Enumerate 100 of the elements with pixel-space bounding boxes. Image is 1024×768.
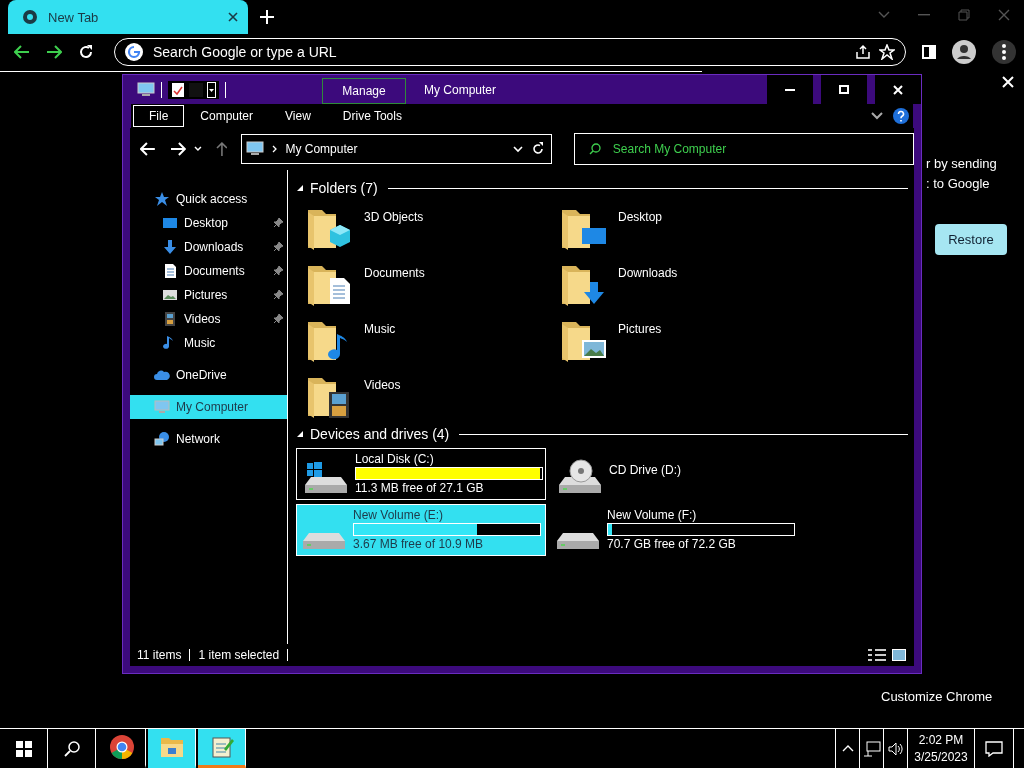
network-icon	[862, 740, 881, 757]
maximize-icon	[839, 85, 849, 94]
drive-tile[interactable]: New Volume (E:) 3.67 MB free of 10.9 MB	[296, 504, 546, 556]
group-header: Folders (7)	[310, 180, 378, 196]
search-icon	[63, 740, 80, 757]
properties-icon[interactable]	[171, 81, 185, 98]
folder-name[interactable]: Desktop	[618, 204, 663, 224]
drive-free-space: 3.67 MB free of 10.9 MB	[353, 537, 485, 551]
network-icon	[154, 431, 170, 447]
folder-name[interactable]: Pictures	[618, 316, 662, 336]
new-tab-icon[interactable]	[260, 10, 274, 24]
drive-free-space: 70.7 GB free of 72.2 GB	[607, 537, 737, 551]
chevron-down-icon[interactable]	[871, 112, 883, 120]
nav-item[interactable]: Documents	[130, 259, 287, 283]
manage-tab[interactable]: Manage	[322, 78, 406, 104]
folder-name[interactable]: Documents	[364, 260, 425, 280]
close-icon	[893, 84, 903, 95]
drive-icon	[556, 532, 600, 550]
search-icon	[588, 143, 601, 155]
clock-date: 3/25/2023	[914, 748, 968, 766]
speaker-icon	[887, 741, 904, 756]
notepad-icon	[209, 735, 234, 759]
restore-button[interactable]: Restore	[935, 224, 1007, 255]
drive-name: CD Drive (D:)	[609, 462, 682, 477]
download-arrow-icon	[162, 239, 178, 255]
drive-free-space: 11.3 MB free of 27.1 GB	[355, 481, 485, 495]
minimize-icon	[785, 88, 795, 91]
network-button[interactable]	[859, 729, 883, 768]
nav-item[interactable]: Downloads	[130, 235, 287, 259]
globe-icon	[22, 9, 38, 25]
folder-name[interactable]: 3D Objects	[364, 204, 424, 224]
browser-tab[interactable]: New Tab	[8, 0, 248, 34]
dropdown-icon[interactable]	[207, 81, 216, 98]
folder-name[interactable]: Music	[364, 316, 396, 336]
computer-icon	[154, 399, 170, 415]
close-button[interactable]	[873, 75, 921, 104]
drive-tile[interactable]: New Volume (F:) 70.7 GB free of 72.2 GB	[550, 504, 800, 556]
back-icon[interactable]	[14, 45, 30, 59]
picture-icon	[162, 287, 178, 303]
folder-name[interactable]: Downloads	[618, 260, 678, 280]
star-icon[interactable]	[879, 44, 895, 60]
drive-name: Local Disk (C:)	[355, 451, 435, 466]
ribbon-tab[interactable]: View	[269, 105, 327, 127]
folder-name[interactable]: Videos	[364, 372, 401, 392]
drive-icon	[302, 532, 346, 550]
star-icon	[154, 191, 170, 207]
nav-item[interactable]: Videos	[130, 307, 287, 331]
window-title: My Computer	[424, 82, 498, 97]
details-view-icon[interactable]	[868, 649, 886, 661]
share-icon[interactable]	[855, 44, 871, 60]
side-panel-icon[interactable]	[922, 45, 936, 59]
drive-tile[interactable]: CD Drive (D:)	[550, 448, 800, 500]
maximize-button[interactable]	[819, 75, 867, 104]
help-icon[interactable]	[893, 108, 909, 124]
refresh-icon[interactable]	[530, 142, 545, 156]
computer-icon	[246, 141, 265, 157]
chevron-right-icon	[272, 145, 278, 153]
address-input[interactable]: Search Google or type a URL	[151, 43, 847, 61]
nav-item[interactable]: Pictures	[130, 283, 287, 307]
document-icon	[162, 263, 178, 279]
drive-name: New Volume (E:)	[353, 507, 445, 522]
up-arrow-icon[interactable]	[215, 142, 228, 156]
nav-item[interactable]: My Computer	[130, 395, 287, 419]
reload-icon[interactable]	[78, 44, 94, 60]
status-text: 11 items	[137, 648, 182, 662]
notifications-button[interactable]	[974, 729, 1014, 768]
search-input[interactable]: Search My Computer	[610, 141, 913, 157]
customize-chrome-link[interactable]: Customize Chrome	[881, 689, 993, 704]
speech-bubble-icon	[985, 740, 1003, 757]
ribbon-tab[interactable]: Computer	[184, 105, 270, 127]
search-field[interactable]: Search My Computer	[573, 133, 914, 165]
chevron-up-icon	[841, 745, 854, 752]
monitor-icon	[162, 215, 178, 231]
google-logo-icon	[125, 43, 143, 61]
tiles-view-icon[interactable]	[892, 649, 906, 661]
nav-item[interactable]: Desktop	[130, 211, 287, 235]
nav-item[interactable]: Quick access	[130, 187, 287, 211]
address-field[interactable]: My Computer	[241, 134, 552, 164]
group-header: Devices and drives (4)	[310, 426, 450, 442]
nav-item[interactable]: OneDrive	[130, 363, 287, 387]
menu-icon[interactable]	[992, 40, 1016, 64]
close-icon[interactable]	[228, 12, 238, 22]
drive-name: New Volume (F:)	[607, 507, 698, 522]
profile-icon[interactable]	[952, 40, 976, 64]
clock-time: 2:02 PM	[918, 731, 964, 749]
nav-item[interactable]: Network	[130, 427, 287, 451]
forward-icon[interactable]	[46, 45, 62, 59]
drive-tile[interactable]: Local Disk (C:) 11.3 MB free of 27.1 GB	[296, 448, 546, 500]
status-text: 1 item selected	[198, 648, 280, 662]
collapse-arrow-icon[interactable]	[296, 430, 304, 438]
collapse-arrow-icon[interactable]	[296, 184, 304, 192]
ribbon-tab[interactable]: Drive Tools	[326, 105, 418, 127]
panel-text: : to Google	[926, 176, 990, 191]
computer-icon	[137, 81, 155, 98]
windows-logo-icon	[15, 740, 32, 757]
tab-title: New Tab	[48, 9, 100, 25]
ribbon-tab[interactable]: File	[133, 105, 185, 127]
film-icon	[162, 311, 178, 327]
nav-item[interactable]: Music	[130, 331, 287, 355]
panel-text: r by sending	[926, 156, 997, 171]
